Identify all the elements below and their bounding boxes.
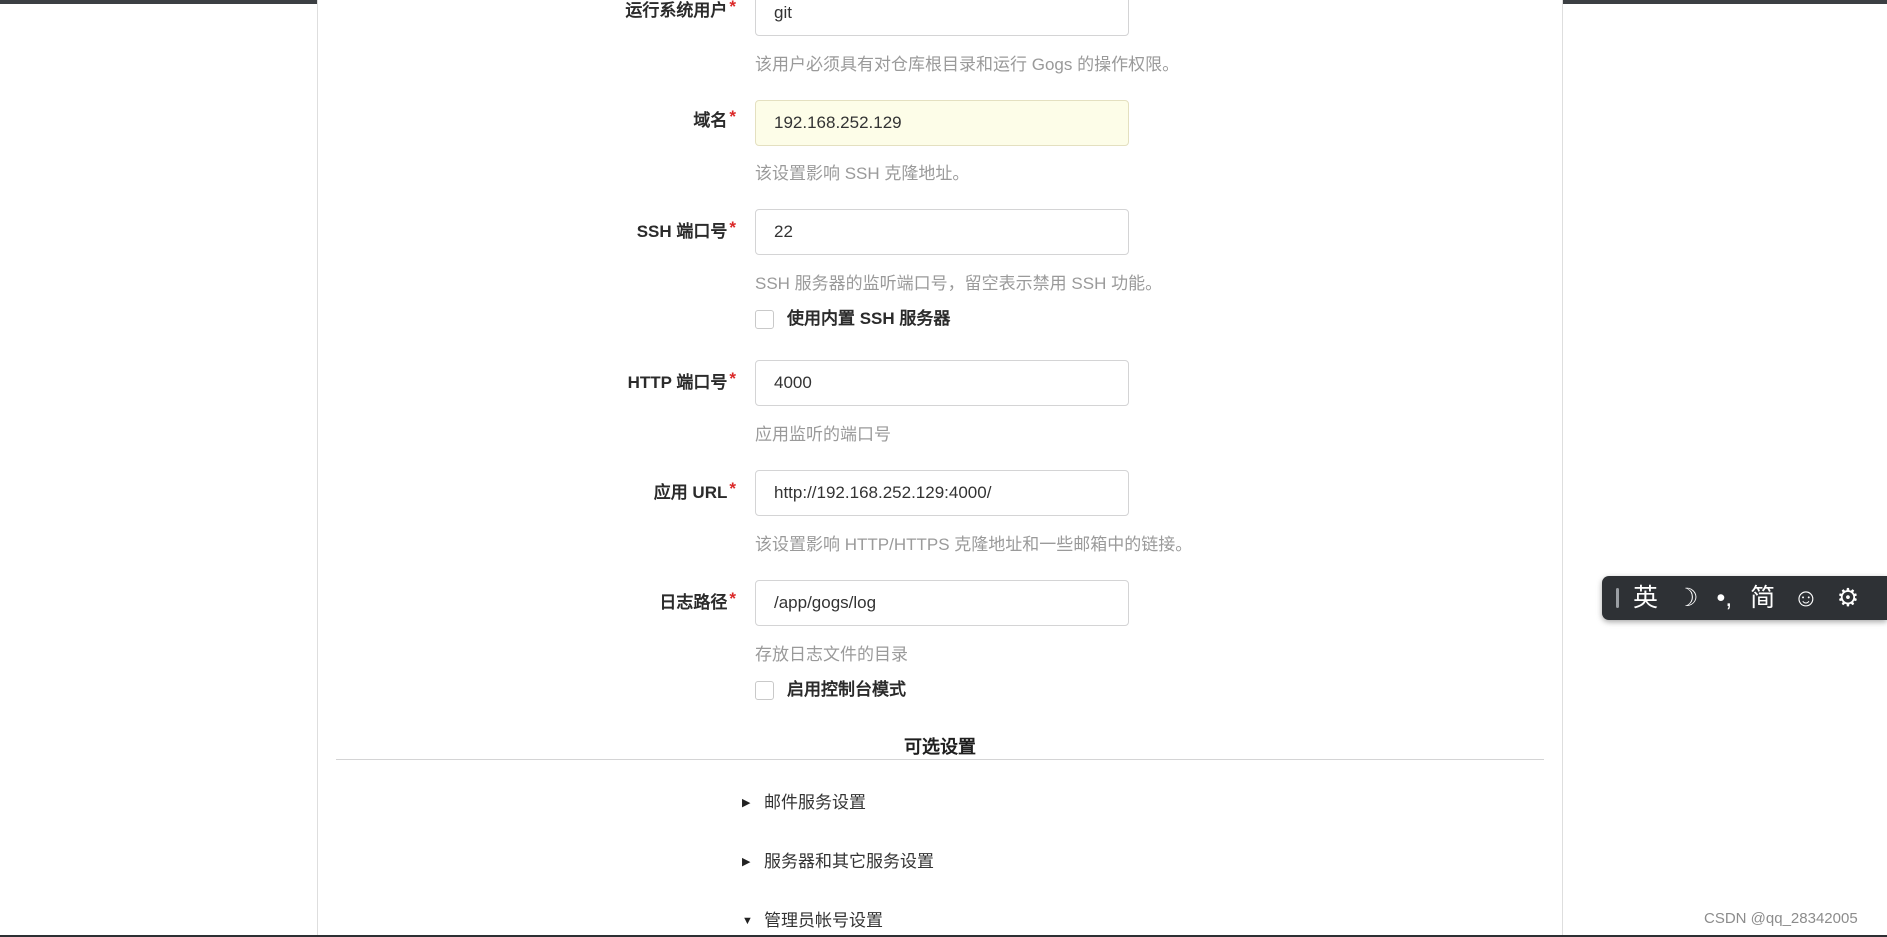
watermark: CSDN @qq_28342005 <box>1704 910 1858 927</box>
log-path-label: 日志路径 * <box>659 589 736 612</box>
server-settings-label: 服务器和其它服务设置 <box>764 852 934 871</box>
admin-settings-label: 管理员帐号设置 <box>764 911 883 930</box>
email-settings-label: 邮件服务设置 <box>764 793 866 812</box>
console-mode-checkbox-row[interactable]: 启用控制台模式 <box>755 675 906 701</box>
drag-handle-icon[interactable] <box>1616 588 1619 608</box>
emoji-icon[interactable]: ☺ <box>1793 576 1819 620</box>
console-mode-checkbox-label: 启用控制台模式 <box>787 680 906 699</box>
http-port-label: HTTP 端口号 * <box>627 369 736 392</box>
required-asterisk: * <box>729 479 736 498</box>
http-port-input[interactable]: 4000 <box>755 360 1129 406</box>
caret-right-icon: ▶ <box>742 797 751 809</box>
email-settings-toggle[interactable]: ▶ 邮件服务设置 <box>742 788 866 813</box>
http-port-help: 应用监听的端口号 <box>755 425 891 444</box>
builtin-ssh-checkbox[interactable] <box>755 310 774 330</box>
gear-icon[interactable]: ⚙ <box>1837 576 1859 620</box>
caret-right-icon: ▶ <box>742 856 751 868</box>
run-user-label: 运行系统用户 * <box>316 0 736 21</box>
app-url-help: 该设置影响 HTTP/HTTPS 克隆地址和一些邮箱中的链接。 <box>755 535 1193 554</box>
admin-settings-toggle[interactable]: ▼ 管理员帐号设置 <box>742 906 883 931</box>
ssh-port-input[interactable]: 22 <box>755 209 1129 255</box>
ssh-port-help: SSH 服务器的监听端口号，留空表示禁用 SSH 功能。 <box>755 274 1163 293</box>
domain-input[interactable]: 192.168.252.129 <box>755 100 1129 146</box>
builtin-ssh-checkbox-label: 使用内置 SSH 服务器 <box>787 309 951 328</box>
install-form-panel: 运行系统用户 * git 该用户必须具有对仓库根目录和运行 Gogs 的操作权限。… <box>317 0 1563 937</box>
required-asterisk: * <box>729 218 736 237</box>
required-asterisk: * <box>729 107 736 126</box>
run-user-input[interactable]: git <box>755 0 1129 36</box>
required-asterisk: * <box>729 589 736 608</box>
ime-language-toggle[interactable]: 英 <box>1633 576 1658 620</box>
ime-script-toggle[interactable]: 简 <box>1750 576 1775 620</box>
punctuation-icon[interactable]: •, <box>1716 576 1732 620</box>
section-divider <box>336 759 1544 760</box>
app-url-label: 应用 URL * <box>653 479 736 502</box>
moon-icon[interactable]: ☽ <box>1676 576 1698 620</box>
app-url-input[interactable]: http://192.168.252.129:4000/ <box>755 470 1129 516</box>
console-mode-checkbox[interactable] <box>755 681 774 701</box>
required-asterisk: * <box>729 0 736 16</box>
log-path-help: 存放日志文件的目录 <box>755 645 908 664</box>
server-settings-toggle[interactable]: ▶ 服务器和其它服务设置 <box>742 847 934 872</box>
optional-settings-title: 可选设置 <box>904 737 976 757</box>
caret-down-icon: ▼ <box>742 915 753 927</box>
ime-toolbar: 英 ☽ •, 简 ☺ ⚙ <box>1602 576 1887 620</box>
required-asterisk: * <box>729 369 736 388</box>
ssh-port-label: SSH 端口号 * <box>636 218 736 241</box>
log-path-input[interactable]: /app/gogs/log <box>755 580 1129 626</box>
domain-help: 该设置影响 SSH 克隆地址。 <box>755 164 970 183</box>
run-user-help: 该用户必须具有对仓库根目录和运行 Gogs 的操作权限。 <box>755 55 1180 74</box>
domain-label: 域名 * <box>693 107 736 130</box>
builtin-ssh-checkbox-row[interactable]: 使用内置 SSH 服务器 <box>755 304 951 330</box>
